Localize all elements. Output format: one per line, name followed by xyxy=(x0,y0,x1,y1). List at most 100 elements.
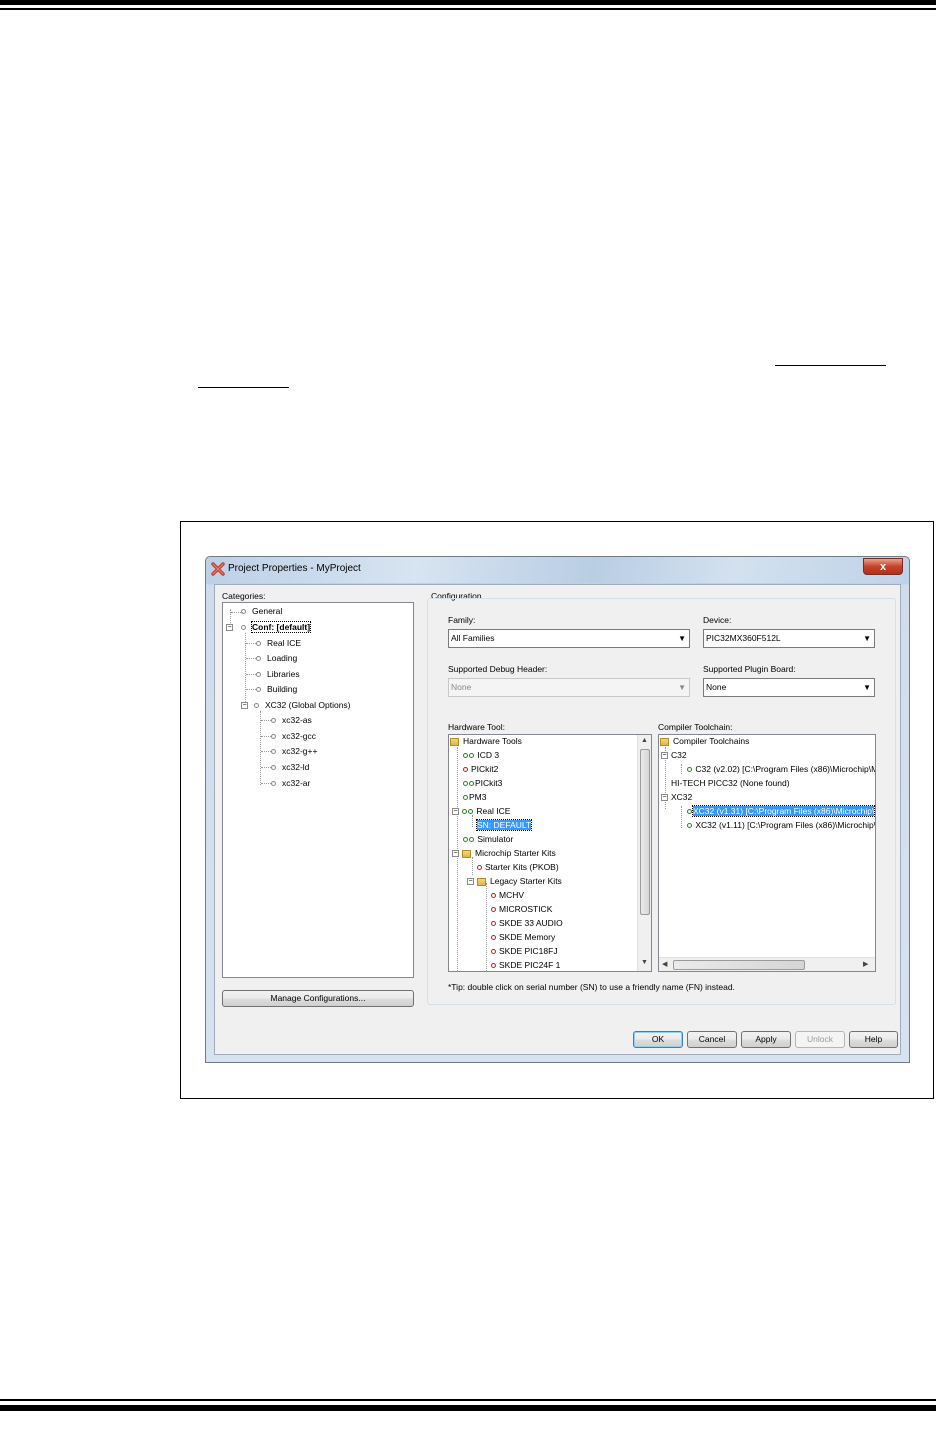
status-green-icon xyxy=(687,767,692,773)
node-icon xyxy=(241,625,246,631)
category-xc32-ar[interactable]: xc32-ar xyxy=(271,778,310,788)
node-icon xyxy=(241,609,246,615)
category-xc32-ld[interactable]: xc32-ld xyxy=(271,762,309,772)
scroll-thumb[interactable] xyxy=(640,749,650,915)
plugin-board-label: Supported Plugin Board: xyxy=(703,664,796,674)
node-icon xyxy=(271,718,276,724)
status-green-icon xyxy=(469,753,474,759)
node-icon xyxy=(256,656,261,662)
tc-xc32-v111[interactable]: XC32 (v1.11) [C:\Program Files (x86)\Mic… xyxy=(687,820,875,830)
tree-line xyxy=(261,720,271,721)
status-red-icon xyxy=(491,921,496,927)
help-button[interactable]: Help xyxy=(849,1031,898,1048)
tc-c32-v202[interactable]: C32 (v2.02) [C:\Program Files (x86)\Micr… xyxy=(687,764,875,774)
categories-tree[interactable]: General − Conf: [default] Real ICE Loadin… xyxy=(222,602,414,978)
status-red-icon xyxy=(491,949,496,955)
hw-microstick[interactable]: MICROSTICK xyxy=(491,904,552,914)
categories-label: Categories: xyxy=(222,591,266,601)
collapse-icon[interactable]: − xyxy=(452,850,459,858)
ok-button[interactable]: OK xyxy=(633,1031,683,1048)
tree-line xyxy=(261,767,271,768)
node-icon xyxy=(271,734,276,740)
hw-icd3[interactable]: ICD 3 xyxy=(463,750,499,760)
status-red-icon xyxy=(491,907,496,913)
hw-pickit3[interactable]: PICkit3 xyxy=(463,778,502,788)
category-xc32-as[interactable]: xc32-as xyxy=(271,715,312,725)
tc-compiler-toolchains[interactable]: Compiler Toolchains xyxy=(660,736,749,746)
status-green-icon xyxy=(687,809,692,815)
category-xc32-gcc[interactable]: xc32-gcc xyxy=(271,731,316,741)
close-button[interactable]: x xyxy=(863,558,903,575)
title-bar[interactable]: Project Properties - MyProject x xyxy=(206,557,909,583)
collapse-icon[interactable]: − xyxy=(661,794,668,802)
tree-line xyxy=(246,658,256,659)
collapse-icon[interactable]: − xyxy=(452,808,459,816)
hw-mchv[interactable]: MCHV xyxy=(491,890,524,900)
status-red-icon xyxy=(477,865,482,871)
tc-c32[interactable]: − C32 xyxy=(661,750,687,760)
cancel-button[interactable]: Cancel xyxy=(687,1031,737,1048)
tc-xc32-v131[interactable]: XC32 (v1.31) [C:\Program Files (x86)\Mic… xyxy=(687,805,875,817)
hw-skde-memory[interactable]: SKDE Memory xyxy=(491,932,555,942)
compiler-toolchain-horizontal-scrollbar[interactable]: ◀ ▶ xyxy=(659,957,875,971)
category-real-ice[interactable]: Real ICE xyxy=(256,638,301,648)
status-green-icon xyxy=(463,781,468,787)
family-select[interactable]: All Families ▼ xyxy=(448,629,690,648)
compiler-toolchain-tree[interactable]: Compiler Toolchains − C32 C32 (v2.02) [C:… xyxy=(658,734,876,972)
device-label: Device: xyxy=(703,615,732,625)
manage-configurations-button[interactable]: Manage Configurations... xyxy=(222,990,414,1007)
status-green-icon xyxy=(468,809,473,815)
collapse-icon[interactable]: − xyxy=(241,702,248,710)
hw-pickit2[interactable]: PICkit2 xyxy=(463,764,498,774)
category-general[interactable]: General xyxy=(241,606,282,616)
category-building[interactable]: Building xyxy=(256,684,297,694)
hw-real-ice[interactable]: − Real ICE xyxy=(452,806,510,816)
tree-line xyxy=(486,883,487,971)
top-rule-thin xyxy=(0,8,936,10)
scroll-down-icon[interactable]: ▼ xyxy=(641,959,648,966)
category-loading[interactable]: Loading xyxy=(256,653,297,663)
tree-line xyxy=(246,643,256,644)
tc-xc32[interactable]: − XC32 xyxy=(661,792,692,802)
link-underline-2[interactable] xyxy=(198,387,289,388)
hw-simulator[interactable]: Simulator xyxy=(463,834,513,844)
status-green-icon xyxy=(687,823,692,829)
tc-hi-tech-picc32[interactable]: HI-TECH PICC32 (None found) xyxy=(671,778,790,788)
scroll-right-icon[interactable]: ▶ xyxy=(863,960,868,968)
hw-legacy-starter-kits[interactable]: − Legacy Starter Kits xyxy=(467,876,562,886)
hardware-tool-vertical-scrollbar[interactable]: ▲ ▼ xyxy=(637,735,651,971)
hw-microchip-starter-kits[interactable]: − Microchip Starter Kits xyxy=(452,848,556,858)
hardware-tool-tree[interactable]: Hardware Tools ICD 3 PICkit2 PICkit3 PM3… xyxy=(448,734,652,972)
category-xc32-global[interactable]: − XC32 (Global Options) xyxy=(241,700,351,710)
hw-starter-kits-pkob[interactable]: Starter Kits (PKOB) xyxy=(477,862,559,872)
category-libraries[interactable]: Libraries xyxy=(256,669,300,679)
debug-header-label: Supported Debug Header: xyxy=(448,664,548,674)
hw-pm3[interactable]: PM3 xyxy=(463,792,486,802)
scroll-left-icon[interactable]: ◀ xyxy=(662,960,667,968)
scroll-up-icon[interactable]: ▲ xyxy=(641,737,648,744)
device-select[interactable]: PIC32MX360F512L ▼ xyxy=(703,629,875,648)
status-green-icon xyxy=(462,809,467,815)
plugin-board-select[interactable]: None ▼ xyxy=(703,678,875,697)
hardware-tool-label: Hardware Tool: xyxy=(448,722,506,732)
collapse-icon[interactable]: − xyxy=(467,878,474,886)
hw-sn-default[interactable]: SN: DEFAULT xyxy=(475,819,533,831)
tree-line xyxy=(681,806,682,828)
tree-line xyxy=(246,674,256,675)
category-xc32-gpp[interactable]: xc32-g++ xyxy=(271,746,317,756)
tree-line xyxy=(261,783,271,784)
tree-line xyxy=(260,711,261,785)
collapse-icon[interactable]: − xyxy=(661,752,668,760)
scroll-thumb[interactable] xyxy=(673,960,805,970)
collapse-icon[interactable]: − xyxy=(226,624,233,632)
link-underline-1[interactable] xyxy=(775,365,886,366)
close-icon: x xyxy=(879,561,887,573)
hw-skde-pic24f-1[interactable]: SKDE PIC24F 1 xyxy=(491,960,560,970)
hw-skde-33-audio[interactable]: SKDE 33 AUDIO xyxy=(491,918,563,928)
hw-hardware-tools[interactable]: Hardware Tools xyxy=(450,736,522,746)
apply-button[interactable]: Apply xyxy=(741,1031,791,1048)
status-green-icon xyxy=(469,837,474,843)
hw-skde-pic18fj[interactable]: SKDE PIC18FJ xyxy=(491,946,558,956)
category-conf-default[interactable]: − Conf: [default] xyxy=(226,621,312,633)
dropdown-arrow-icon: ▼ xyxy=(678,634,686,643)
